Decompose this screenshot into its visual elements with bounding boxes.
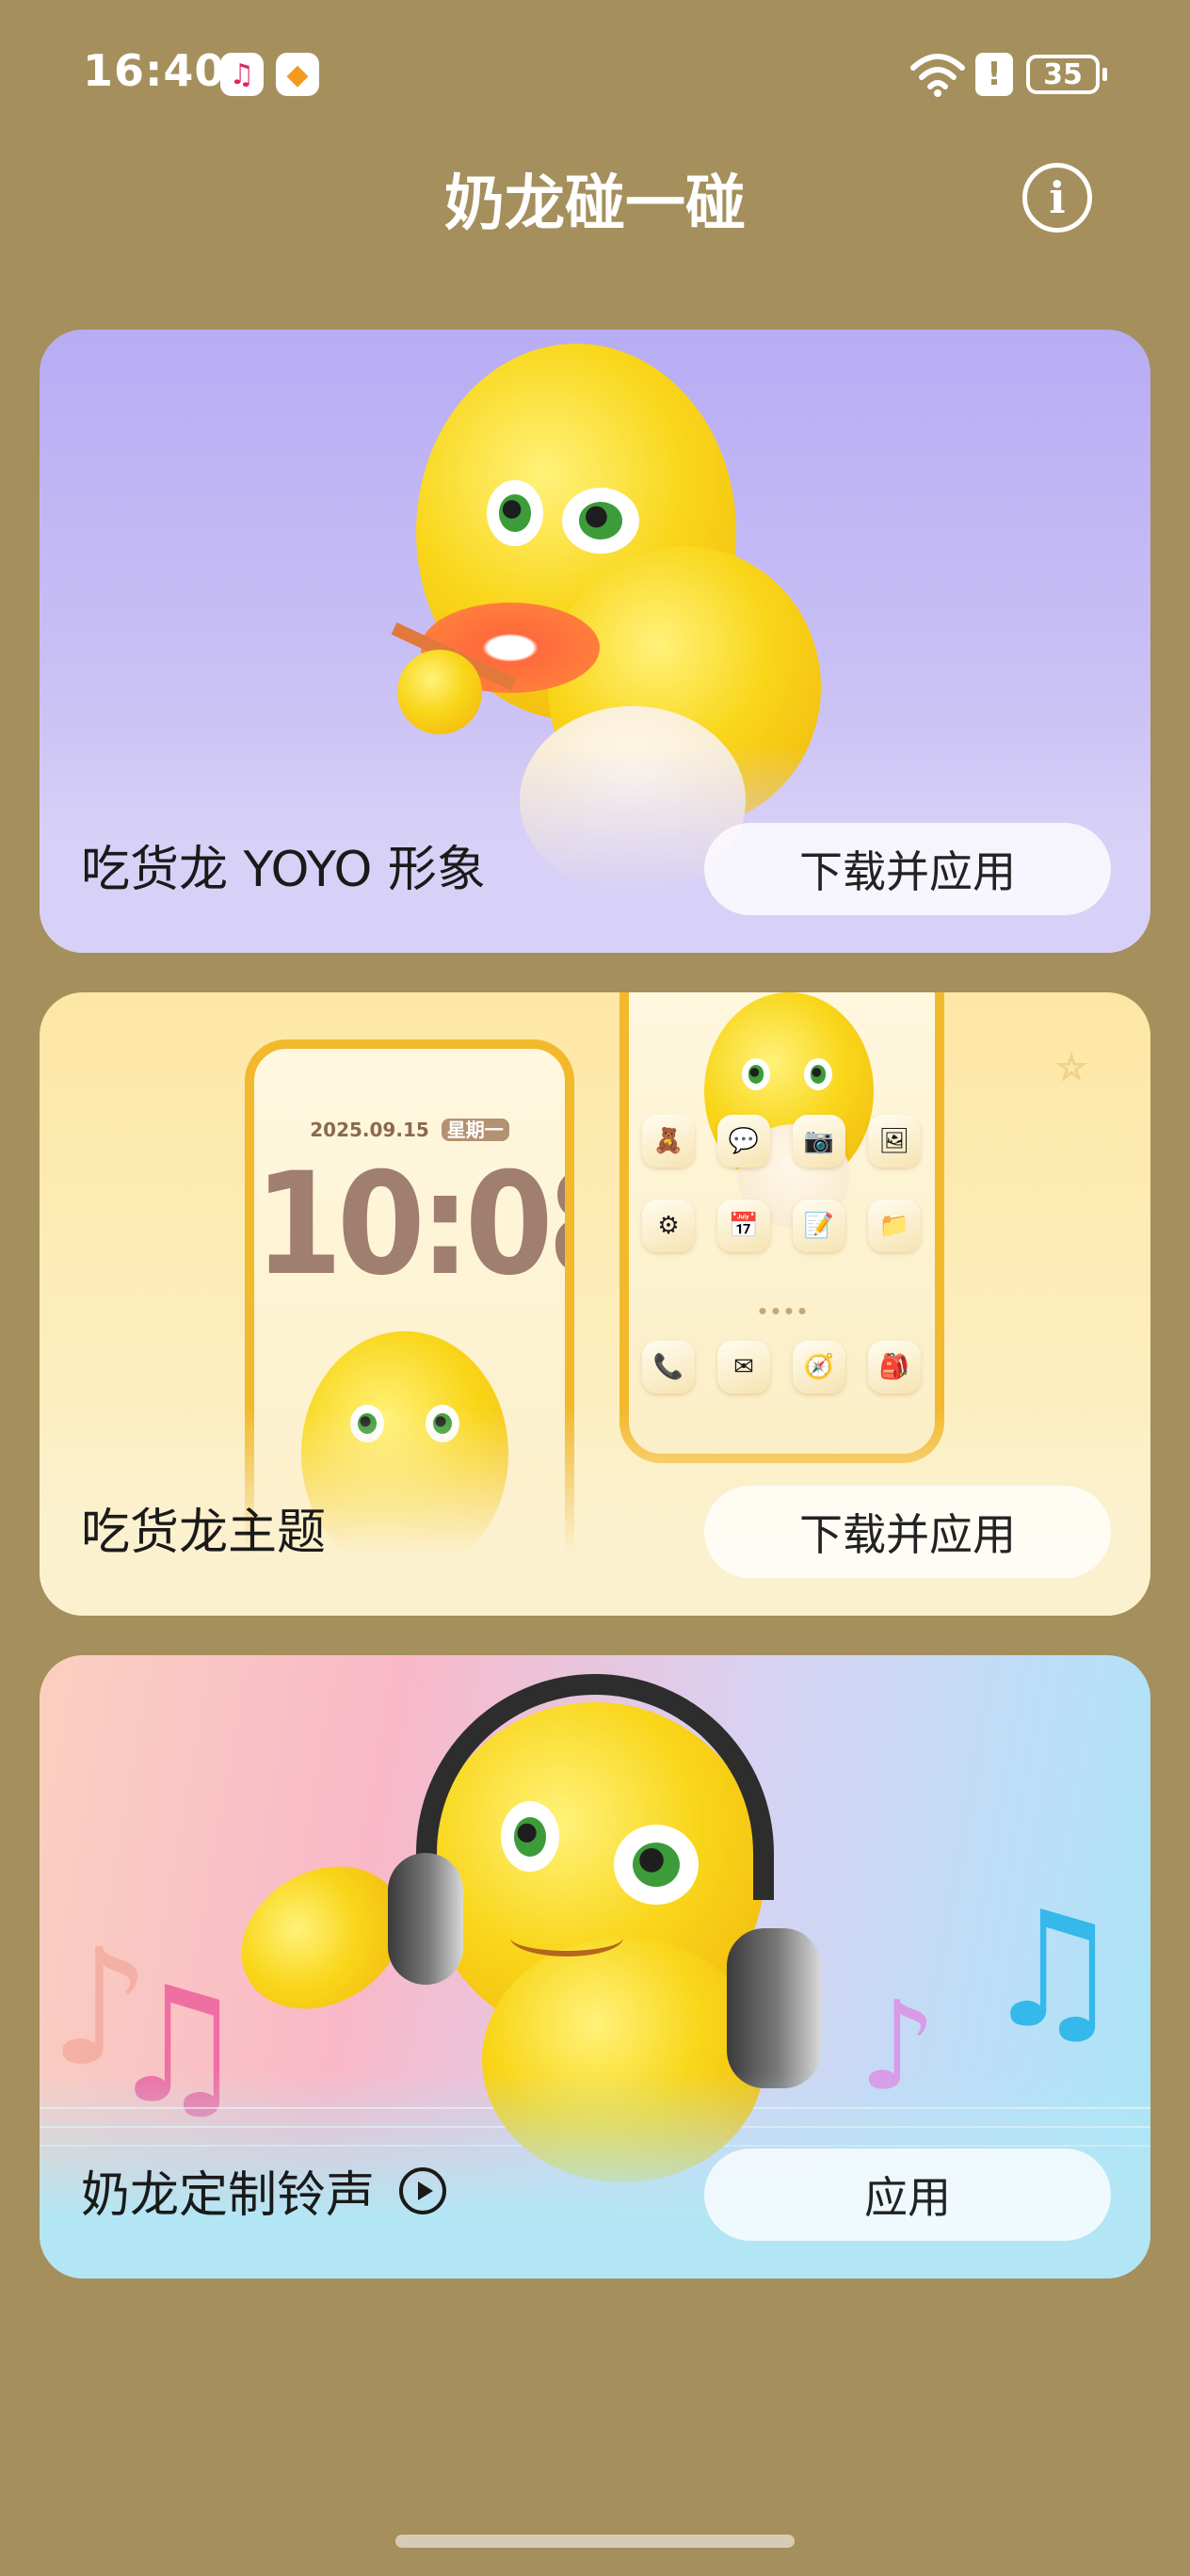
app-icon: 📅	[717, 1199, 770, 1252]
play-icon[interactable]	[399, 2166, 447, 2214]
status-bar: 16:40 ♫ ◆ ! 35	[0, 0, 1190, 151]
star-icon: ☆	[1055, 1048, 1087, 1088]
app-icon: 📷	[793, 1115, 845, 1167]
app-icon: 💬	[717, 1115, 770, 1167]
card-label: 奶龙定制铃声	[81, 2155, 447, 2226]
app-icon: 🧭	[793, 1341, 845, 1393]
app-icon: 🧸	[642, 1115, 695, 1167]
app-icon: 📞	[642, 1341, 695, 1393]
apply-button[interactable]: 应用	[704, 2149, 1111, 2241]
lock-date: 2025.09.15 星期一	[254, 1115, 565, 1142]
app-icon: ⚙	[642, 1199, 695, 1252]
page-title: 奶龙碰一碰	[444, 169, 746, 239]
home-indicator[interactable]	[395, 2535, 795, 2548]
battery-level: 35	[1043, 57, 1083, 91]
app-icon: 🖼	[868, 1115, 921, 1167]
lock-clock: 10:08	[254, 1143, 565, 1307]
music-app-icon: ♫	[220, 53, 264, 96]
app-icon: 🎒	[868, 1341, 921, 1393]
card-ringtone: ♪ ♫ ♪ ♫ 奶龙定制铃声 应用	[40, 1655, 1150, 2278]
card-yoyo-avatar: 吃货龙 YOYO 形象 下载并应用	[40, 330, 1150, 953]
diamond-app-icon: ◆	[276, 53, 319, 96]
ringtone-label: 奶龙定制铃声	[81, 2167, 376, 2224]
card-label: 吃货龙 YOYO 形象	[81, 842, 486, 898]
info-icon[interactable]: i	[1022, 163, 1092, 233]
wifi-icon	[910, 54, 965, 97]
alert-icon: !	[975, 53, 1013, 96]
mascot-image	[685, 992, 892, 1237]
app-icon: 📝	[793, 1199, 845, 1252]
download-apply-button[interactable]: 下载并应用	[704, 1486, 1111, 1578]
card-label: 吃货龙主题	[81, 1505, 327, 1561]
card-theme: ☆ ☆ 2025.09.15 星期一 10:08 🧸 💬 📷 🖼 ⚙ 📅 📝 📁	[40, 992, 1150, 1616]
home-screen-preview: 🧸 💬 📷 🖼 ⚙ 📅 📝 📁 📞 ✉ 🧭 🎒	[619, 992, 944, 1463]
status-time: 16:40	[83, 45, 226, 96]
app-icon: 📁	[868, 1199, 921, 1252]
download-apply-button[interactable]: 下载并应用	[704, 823, 1111, 915]
page-indicator	[759, 1308, 805, 1314]
music-note-icon: ♫	[981, 1877, 1125, 2064]
battery-icon: 35	[1026, 55, 1107, 94]
app-icon: ✉	[717, 1341, 770, 1393]
